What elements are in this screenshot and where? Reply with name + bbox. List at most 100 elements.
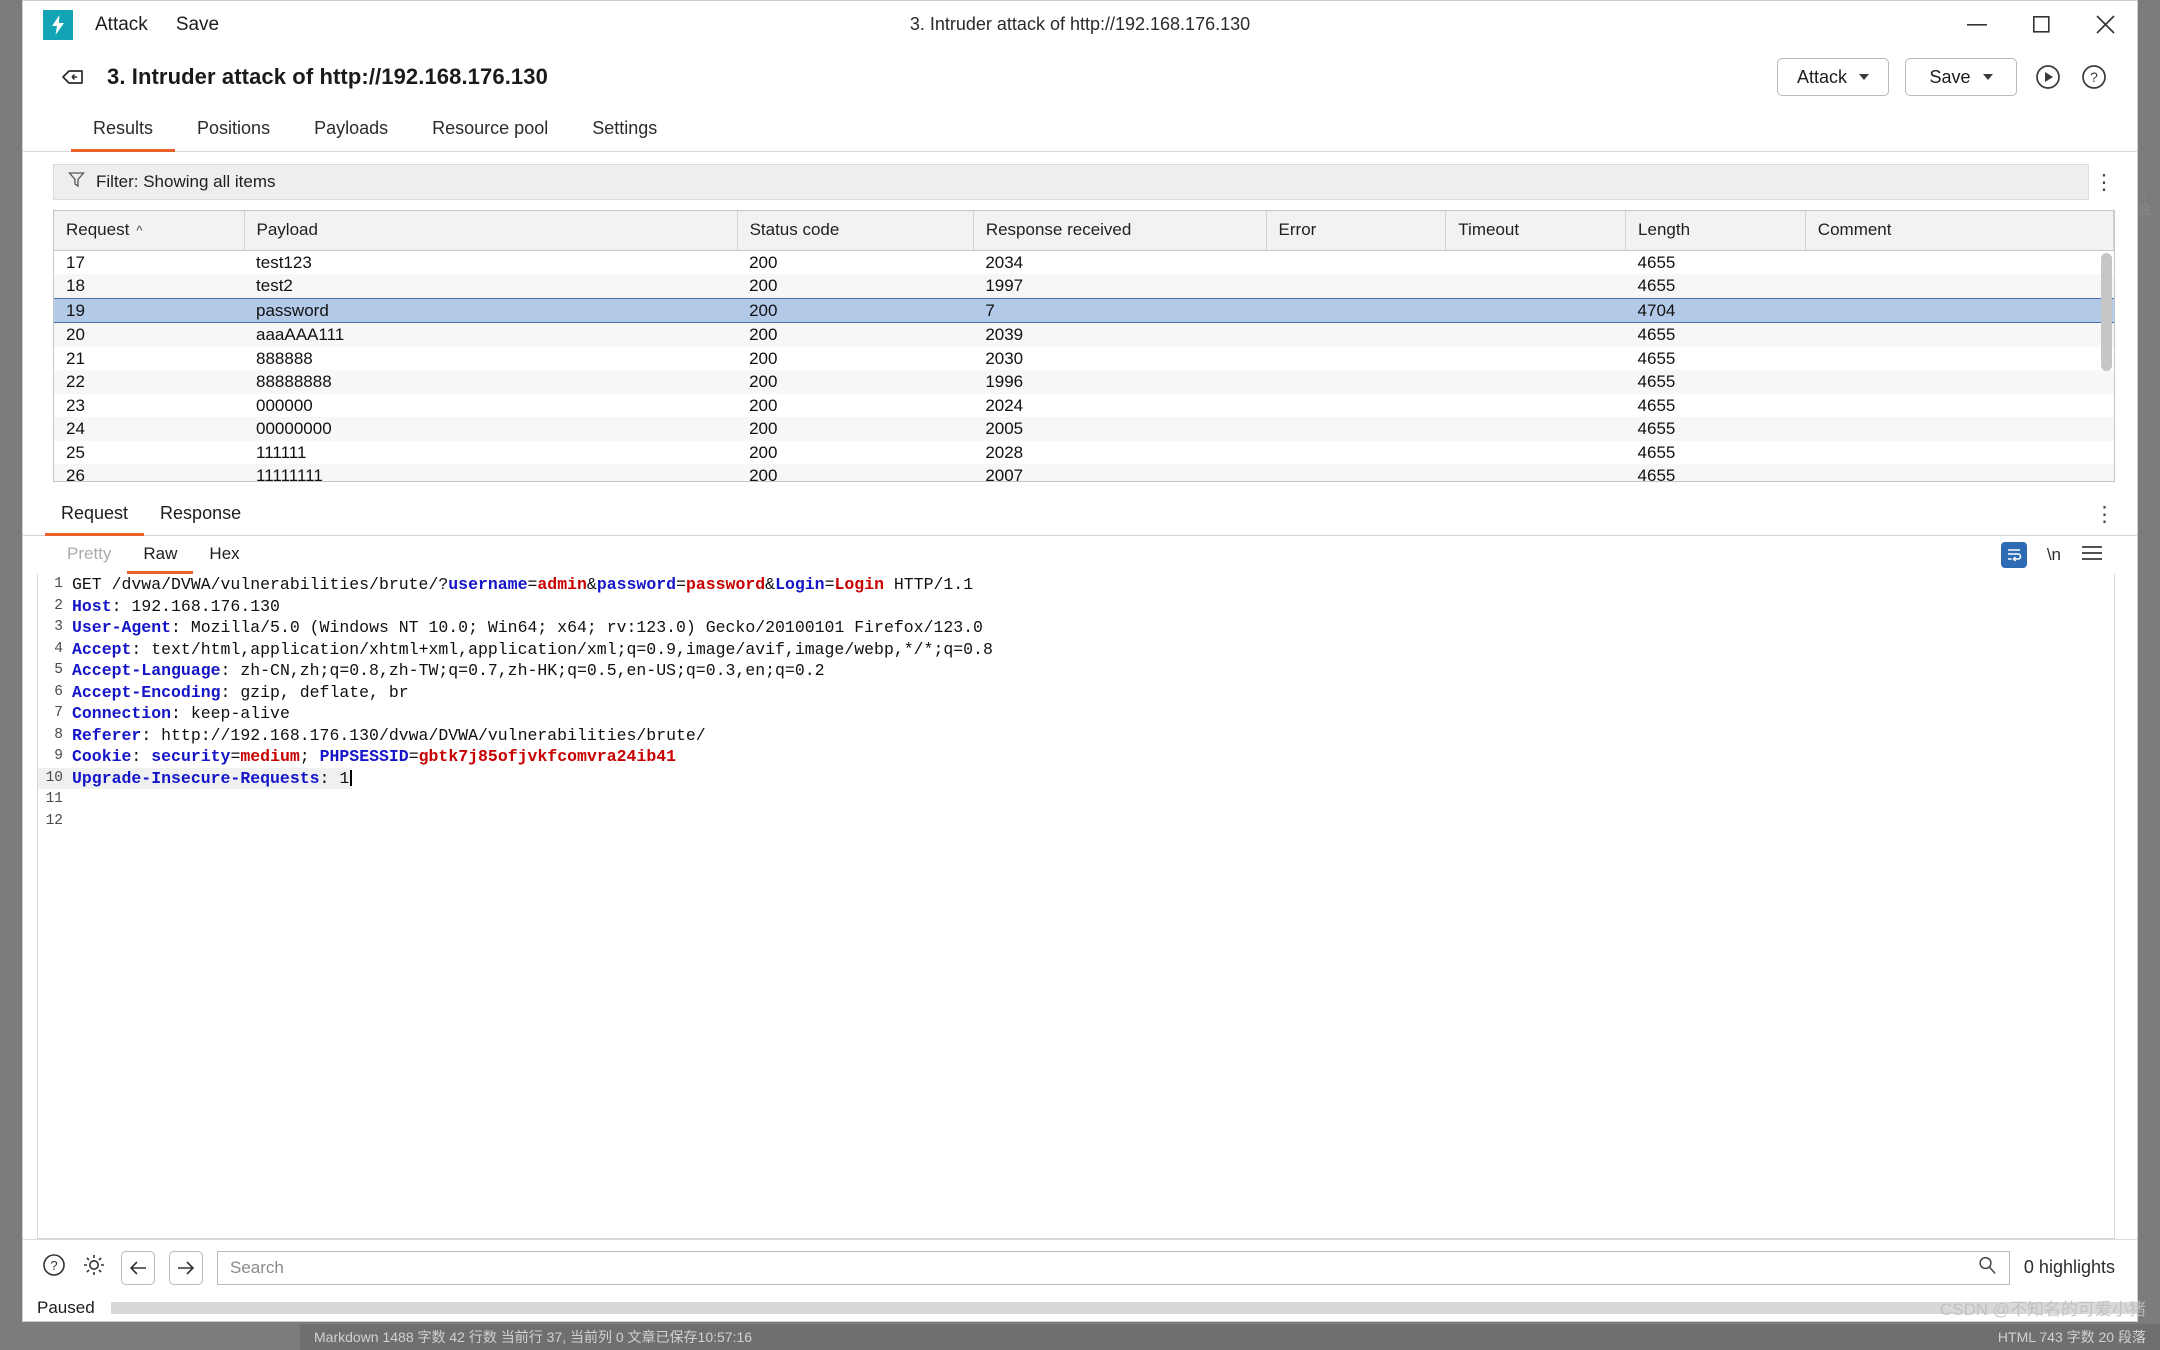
table-row[interactable]: 21 888888 200 2030 4655 [54,346,2114,370]
search-input[interactable]: Search [217,1250,2010,1285]
column-header-request[interactable]: Request ^ [54,211,245,251]
table-row[interactable]: 23 000000 200 2024 4655 [54,393,2114,417]
menu-item-attack[interactable]: Attack [95,14,148,36]
hamburger-menu-icon[interactable] [2081,545,2103,566]
cell-error [1266,440,1446,464]
column-label-request: Request [66,220,130,240]
table-scrollbar[interactable] [2101,253,2112,371]
table-row[interactable]: 24 00000000 200 2005 4655 [54,417,2114,441]
save-dropdown-button[interactable]: Save [1905,58,2017,96]
tab-request[interactable]: Request [45,503,145,536]
cell-response-received: 2030 [973,346,1267,370]
code-text: Referer: http://192.168.176.130/dvwa/DVW… [72,725,706,745]
word-wrap-icon[interactable] [2000,542,2027,568]
cell-comment [1805,417,2114,441]
cell-response-received: 2039 [973,322,1267,347]
column-header-length[interactable]: Length [1625,211,1806,251]
table-row[interactable]: 25 111111 200 2028 4655 [54,440,2114,464]
tab-resource-pool[interactable]: Resource pool [410,118,570,152]
code-line: 2 Host: 192.168.176.130 [38,596,2114,618]
column-header-comment[interactable]: Comment [1805,211,2114,251]
cell-length: 4655 [1625,440,1806,464]
column-header-error[interactable]: Error [1266,211,1447,251]
tab-raw[interactable]: Raw [127,544,194,574]
cell-length: 4655 [1625,322,1806,347]
newline-toggle-icon[interactable]: \n [2047,545,2061,565]
cell-payload: 00000000 [244,417,738,441]
search-back-button[interactable] [121,1250,155,1285]
table-row[interactable]: 22 88888888 200 1996 4655 [54,370,2114,394]
minimize-button[interactable] [1945,1,2009,48]
tab-results[interactable]: Results [71,118,176,152]
line-number: 2 [54,597,63,614]
cell-length: 4655 [1625,274,1806,298]
cell-length: 4655 [1625,393,1806,417]
code-line: 9 Cookie: security=medium; PHPSESSID=gbtk… [38,746,2114,768]
code-text: Accept-Encoding: gzip, deflate, br [72,682,409,702]
kebab-menu-icon[interactable]: ⋮ [2089,172,2119,193]
table-row[interactable]: 20 aaaAAA111 200 2039 4655 [54,322,2114,347]
title-bar-menu: Attack Save [95,14,219,36]
help-circle-icon[interactable]: ? [2079,62,2109,92]
column-header-received[interactable]: Response received [973,211,1267,251]
message-kebab-menu-icon[interactable]: ⋮ [2094,502,2115,527]
search-placeholder: Search [230,1257,284,1277]
cell-payload: 000000 [244,393,738,417]
cell-status-code: 200 [737,250,974,274]
table-row[interactable]: 19 password 200 7 4704 [54,297,2114,323]
close-button[interactable] [2073,1,2137,48]
play-circle-icon[interactable] [2033,62,2063,92]
save-dropdown-label: Save [1929,66,1971,87]
column-header-timeout[interactable]: Timeout [1445,211,1627,251]
cell-payload: 111111 [244,440,738,464]
line-number: 5 [54,662,63,678]
cell-status-code: 200 [737,370,974,394]
funnel-icon [68,171,85,193]
request-editor[interactable]: 1 GET /dvwa/DVWA/vulnerabilities/brute/?u… [37,574,2115,1239]
back-arrow-icon[interactable] [59,63,87,91]
status-text: Paused [37,1298,95,1317]
code-line: 10 Upgrade-Insecure-Requests: 1 [38,767,2114,789]
line-number: 9 [54,748,63,764]
edge-panel-tab[interactable]: ⋮ 说 [2138,191,2160,216]
tab-response[interactable]: Response [144,503,257,536]
cell-response-received: 2005 [973,417,1267,441]
cell-response-received: 2024 [973,393,1267,417]
burp-intruder-window: Attack Save 3. Intruder attack of http:/… [22,0,2138,1322]
tab-positions[interactable]: Positions [175,118,292,152]
cell-status-code: 200 [737,440,974,464]
cell-error [1266,297,1446,323]
maximize-button[interactable] [2009,1,2073,48]
table-row[interactable]: 26 11111111 200 2007 4655 [54,464,2114,481]
column-header-payload[interactable]: Payload [244,211,738,251]
cell-payload: test123 [244,250,738,274]
column-header-status[interactable]: Status code [737,211,974,251]
attack-dropdown-button[interactable]: Attack [1777,58,1889,96]
cell-timeout [1445,274,1626,298]
cell-payload: aaaAAA111 [244,322,738,347]
gear-icon[interactable] [81,1252,107,1283]
filter-bar[interactable]: Filter: Showing all items [53,164,2089,200]
tab-hex[interactable]: Hex [193,544,255,574]
tab-pretty[interactable]: Pretty [51,544,127,574]
line-number: 6 [54,683,63,700]
help-circle-icon[interactable]: ? [41,1252,67,1283]
cell-timeout [1445,297,1626,323]
table-row[interactable]: 17 test123 200 2034 4655 [54,250,2114,274]
magnifier-icon[interactable] [1977,1255,1997,1280]
line-number: 10 [38,767,72,789]
table-row[interactable]: 18 test2 200 1997 4655 [54,274,2114,298]
search-forward-button[interactable] [169,1250,203,1285]
editor-status-taskbar: Markdown 1488 字数 42 行数 当前行 37, 当前列 0 文章已… [300,1324,2160,1350]
tab-settings[interactable]: Settings [570,118,679,152]
filter-text: Filter: Showing all items [96,172,276,191]
menu-item-save[interactable]: Save [176,14,219,36]
line-number: 1 [54,576,63,592]
line-number: 4 [54,640,63,657]
tab-payloads[interactable]: Payloads [292,118,410,152]
cell-payload: password [244,297,738,323]
cell-response-received: 2007 [973,464,1267,481]
taskbar-right-text: HTML 743 字数 20 段落 [1997,1329,2146,1345]
cell-error [1266,274,1446,298]
code-line: 5 Accept-Language: zh-CN,zh;q=0.8,zh-TW;q… [38,660,2114,682]
